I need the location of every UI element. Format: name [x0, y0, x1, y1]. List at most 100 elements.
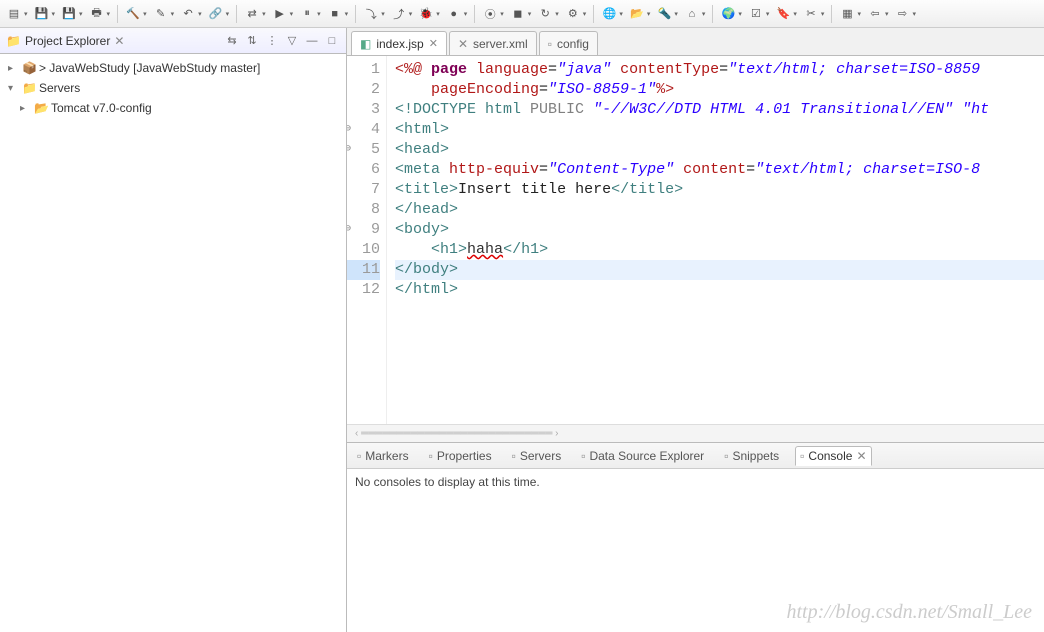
filter-icon[interactable]: ⋮ — [264, 33, 280, 49]
bottom-tab-snippets[interactable]: ▫Snippets — [720, 447, 783, 465]
globe-button[interactable]: 🌍 — [718, 4, 738, 24]
close-icon[interactable]: ✕ — [856, 449, 866, 463]
task-button[interactable]: ☑ — [746, 4, 766, 24]
twisty-icon[interactable]: ▾ — [8, 83, 20, 94]
editor-tab-config[interactable]: ▫config — [539, 31, 598, 55]
swap-button[interactable]: ⇄ — [242, 4, 262, 24]
code-line-12[interactable]: </html> — [395, 280, 1044, 300]
code-line-6[interactable]: <meta http-equiv="Content-Type" content=… — [395, 160, 1044, 180]
bug-button[interactable]: 🐞 — [416, 4, 436, 24]
dropdown-icon[interactable]: ▾ — [583, 10, 587, 18]
bottom-tab-properties[interactable]: ▫Properties — [425, 447, 496, 465]
maximize-icon[interactable]: □ — [324, 33, 340, 49]
new-button[interactable]: ▤ — [4, 4, 24, 24]
dropdown-icon[interactable]: ▾ — [555, 10, 559, 18]
twisty-icon[interactable]: ▸ — [20, 103, 32, 114]
dropdown-icon[interactable]: ▾ — [317, 10, 321, 18]
plugin-button[interactable]: ⚙ — [563, 4, 583, 24]
step-button[interactable]: ⤵ — [361, 4, 381, 24]
code-editor[interactable]: 123456789101112 <%@ page language="java"… — [347, 56, 1044, 424]
dropdown-icon[interactable]: ▾ — [500, 10, 504, 18]
home-button[interactable]: ⌂ — [682, 4, 702, 24]
edit-button[interactable]: ✎ — [151, 4, 171, 24]
dropdown-icon[interactable]: ▾ — [198, 10, 202, 18]
bottom-tab-markers[interactable]: ▫Markers — [353, 447, 413, 465]
tree-node-0[interactable]: ▸📦 > JavaWebStudy [JavaWebStudy master] — [0, 58, 346, 78]
save-button[interactable]: 💾 — [32, 4, 52, 24]
dropdown-icon[interactable]: ▾ — [528, 10, 532, 18]
dropdown-icon[interactable]: ▾ — [436, 10, 440, 18]
dropdown-icon[interactable]: ▾ — [107, 10, 111, 18]
play-button[interactable]: ▶ — [270, 4, 290, 24]
cut-button[interactable]: ✂ — [801, 4, 821, 24]
code-line-8[interactable]: </head> — [395, 200, 1044, 220]
run-ext-button[interactable]: ⦿ — [480, 4, 500, 24]
bottom-tab-console[interactable]: ▫Console ✕ — [795, 446, 871, 466]
code-line-4[interactable]: <html> — [395, 120, 1044, 140]
save-all-button[interactable]: 💾 — [59, 4, 79, 24]
dropdown-icon[interactable]: ▾ — [766, 10, 770, 18]
dropdown-icon[interactable]: ▾ — [885, 10, 889, 18]
dropdown-icon[interactable]: ▾ — [647, 10, 651, 18]
perspective-button[interactable]: ▦ — [837, 4, 857, 24]
dropdown-icon[interactable]: ▾ — [171, 10, 175, 18]
dropdown-icon[interactable]: ▾ — [226, 10, 230, 18]
dropdown-icon[interactable]: ▾ — [619, 10, 623, 18]
dropdown-icon[interactable]: ▾ — [821, 10, 825, 18]
run-button[interactable]: ● — [444, 4, 464, 24]
code-area[interactable]: <%@ page language="java" contentType="te… — [387, 56, 1044, 424]
search-button[interactable]: 🔦 — [654, 4, 674, 24]
code-line-1[interactable]: <%@ page language="java" contentType="te… — [395, 60, 1044, 80]
bottom-tab-data-source-explorer[interactable]: ▫Data Source Explorer — [577, 447, 708, 465]
dropdown-icon[interactable]: ▾ — [24, 10, 28, 18]
stop-button[interactable]: ■ — [325, 4, 345, 24]
editor-tab-server.xml[interactable]: ✕server.xml — [449, 31, 537, 55]
editor-tab-index.jsp[interactable]: ◧index.jsp✕ — [351, 31, 447, 55]
code-line-3[interactable]: <!DOCTYPE html PUBLIC "-//W3C//DTD HTML … — [395, 100, 1044, 120]
dropdown-icon[interactable]: ▾ — [409, 10, 413, 18]
dropdown-icon[interactable]: ▾ — [290, 10, 294, 18]
code-line-5[interactable]: <head> — [395, 140, 1044, 160]
close-tab-icon[interactable]: ✕ — [429, 37, 438, 50]
horizontal-scrollbar[interactable]: ‹ ═══════════════════════════ › — [347, 424, 1044, 442]
dropdown-icon[interactable]: ▾ — [674, 10, 678, 18]
dropdown-icon[interactable]: ▾ — [738, 10, 742, 18]
tree-node-2[interactable]: ▸📂 Tomcat v7.0-config — [0, 98, 346, 118]
dropdown-icon[interactable]: ▾ — [912, 10, 916, 18]
prev-button[interactable]: ⇦ — [865, 4, 885, 24]
dropdown-icon[interactable]: ▾ — [345, 10, 349, 18]
undo-button[interactable]: ↶ — [178, 4, 198, 24]
dropdown-icon[interactable]: ▾ — [52, 10, 56, 18]
dropdown-icon[interactable]: ▾ — [702, 10, 706, 18]
next-button[interactable]: ⇨ — [892, 4, 912, 24]
dropdown-icon[interactable]: ▾ — [464, 10, 468, 18]
close-view-icon[interactable]: ✕ — [114, 34, 124, 48]
minimize-icon[interactable]: — — [304, 33, 320, 49]
link-editor-icon[interactable]: ⇅ — [244, 33, 260, 49]
print-button[interactable]: 🖶 — [87, 4, 107, 24]
collapse-all-icon[interactable]: ⇆ — [224, 33, 240, 49]
dropdown-icon[interactable]: ▾ — [79, 10, 83, 18]
stop2-button[interactable]: ◼ — [508, 4, 528, 24]
link-button[interactable]: 🔗 — [206, 4, 226, 24]
browser-button[interactable]: 🌐 — [599, 4, 619, 24]
dropdown-icon[interactable]: ▾ — [793, 10, 797, 18]
code-line-2[interactable]: pageEncoding="ISO-8859-1"%> — [395, 80, 1044, 100]
code-line-11[interactable]: </body> — [395, 260, 1044, 280]
pause-button[interactable]: ⏸ — [297, 4, 317, 24]
dropdown-icon[interactable]: ▾ — [262, 10, 266, 18]
refresh-button[interactable]: ↻ — [535, 4, 555, 24]
build-button[interactable]: 🔨 — [123, 4, 143, 24]
bottom-tab-servers[interactable]: ▫Servers — [508, 447, 566, 465]
step-over-button[interactable]: ⤴ — [389, 4, 409, 24]
dropdown-icon[interactable]: ▾ — [143, 10, 147, 18]
tag-button[interactable]: 🔖 — [773, 4, 793, 24]
project-tree[interactable]: ▸📦 > JavaWebStudy [JavaWebStudy master]▾… — [0, 54, 346, 632]
view-menu-icon[interactable]: ▽ — [284, 33, 300, 49]
twisty-icon[interactable]: ▸ — [8, 63, 20, 74]
dropdown-icon[interactable]: ▾ — [381, 10, 385, 18]
open-folder-button[interactable]: 📂 — [627, 4, 647, 24]
code-line-7[interactable]: <title>Insert title here</title> — [395, 180, 1044, 200]
tree-node-1[interactable]: ▾📁 Servers — [0, 78, 346, 98]
code-line-10[interactable]: <h1>haha</h1> — [395, 240, 1044, 260]
